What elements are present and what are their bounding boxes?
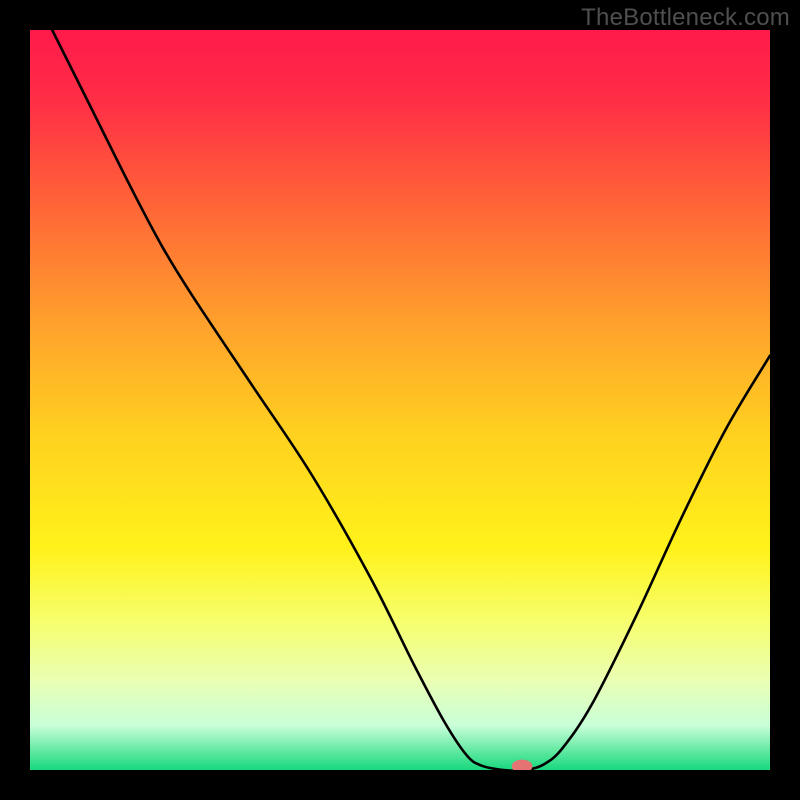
bottleneck-curve-chart <box>30 30 770 770</box>
plot-area <box>30 30 770 770</box>
watermark-text: TheBottleneck.com <box>581 4 790 32</box>
chart-frame: { "watermark": "TheBottleneck.com", "col… <box>0 0 800 800</box>
gradient-background <box>30 30 770 770</box>
